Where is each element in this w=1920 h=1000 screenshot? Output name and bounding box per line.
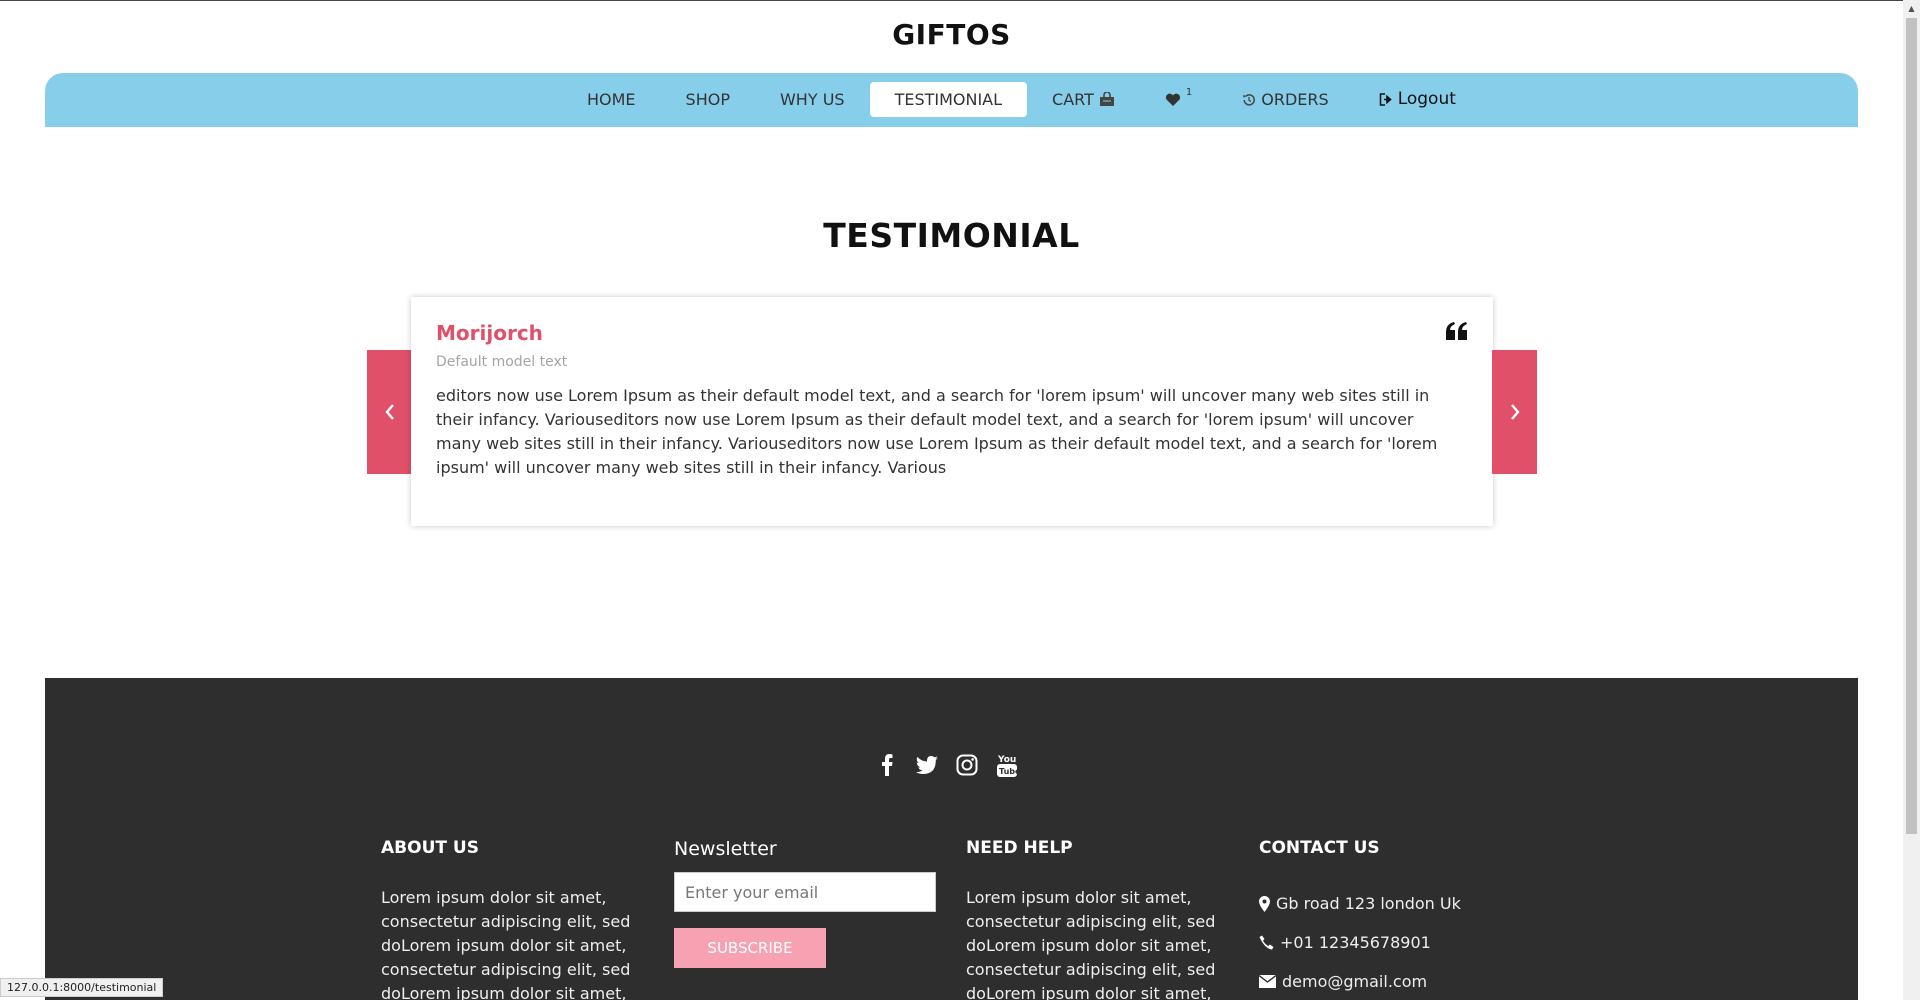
contact-phone-text: +01 12345678901 <box>1280 933 1431 952</box>
newsletter-email-input[interactable] <box>674 872 936 912</box>
client-name: Morijorch <box>436 321 543 345</box>
scrollbar-thumb[interactable] <box>1906 18 1917 834</box>
carousel-next-button[interactable] <box>1492 350 1537 474</box>
envelope-icon <box>1259 975 1276 988</box>
browser-status-url: 127.0.0.1:8000/testimonial <box>0 978 164 997</box>
contact-phone[interactable]: +01 12345678901 <box>1259 923 1519 962</box>
testimonial-text: editors now use Lorem Ipsum as their def… <box>436 386 1438 477</box>
contact-address-text: Gb road 123 london Uk <box>1276 894 1461 913</box>
nav-testimonial[interactable]: TESTIMONIAL <box>869 82 1028 117</box>
chevron-left-icon <box>384 404 394 420</box>
contact-email[interactable]: demo@gmail.com <box>1259 962 1519 1000</box>
nav-cart-label: CART <box>1052 90 1094 109</box>
footer-newsletter: Newsletter SUBSCRIBE <box>674 838 936 968</box>
nav-shop[interactable]: SHOP <box>661 82 755 117</box>
client-role: Default model text <box>436 354 568 370</box>
vertical-scrollbar[interactable]: ▲ <box>1903 0 1920 1000</box>
footer-help: NEED HELP Lorem ipsum dolor sit amet, co… <box>966 838 1226 1000</box>
subscribe-button[interactable]: SUBSCRIBE <box>674 928 826 968</box>
nav-orders[interactable]: ORDERS <box>1217 82 1353 117</box>
history-icon <box>1243 93 1256 106</box>
contact-title: CONTACT US <box>1259 838 1380 858</box>
quote-left-icon <box>1446 322 1467 340</box>
instagram-icon[interactable] <box>954 752 980 778</box>
nav-why-us[interactable]: WHY US <box>755 82 870 117</box>
contact-address[interactable]: Gb road 123 london Uk <box>1259 884 1519 923</box>
youtube-icon[interactable]: You Tube <box>994 752 1020 778</box>
nav-logout-label: Logout <box>1397 89 1456 109</box>
window-top-border <box>0 0 1920 1</box>
carousel-prev-button[interactable] <box>367 350 412 474</box>
twitter-icon[interactable] <box>914 752 940 778</box>
nav-logout[interactable]: Logout <box>1354 82 1481 117</box>
svg-text:You: You <box>997 755 1016 765</box>
shopping-bag-icon <box>1099 92 1114 106</box>
sign-out-icon <box>1379 93 1392 106</box>
footer-about: ABOUT US Lorem ipsum dolor sit amet, con… <box>381 838 641 1000</box>
contact-list: Gb road 123 london Uk +01 12345678901 de… <box>1259 884 1519 1000</box>
heart-icon <box>1165 93 1180 106</box>
social-links: You Tube <box>45 752 1858 778</box>
phone-icon <box>1259 935 1274 950</box>
nav-cart[interactable]: CART <box>1027 82 1140 117</box>
wishlist-count-badge: 1 <box>1185 87 1193 98</box>
map-marker-icon <box>1259 895 1270 912</box>
main-navbar: HOME SHOP WHY US TESTIMONIAL CART 1 ORDE <box>45 73 1858 127</box>
brand-logo[interactable]: GIFTOS <box>0 18 1903 51</box>
footer-contact: CONTACT US Gb road 123 london Uk +01 123… <box>1259 838 1519 1000</box>
nav-list: HOME SHOP WHY US TESTIMONIAL CART 1 ORDE <box>562 82 1481 117</box>
nav-wishlist[interactable]: 1 <box>1140 82 1217 117</box>
nav-home[interactable]: HOME <box>562 82 661 117</box>
testimonial-card: Morijorch Default model text editors now… <box>411 297 1493 526</box>
scroll-up-arrow-icon[interactable]: ▲ <box>1903 0 1920 17</box>
nav-orders-label: ORDERS <box>1261 90 1329 109</box>
about-text: Lorem ipsum dolor sit amet, consectetur … <box>381 888 631 1000</box>
chevron-right-icon <box>1510 404 1520 420</box>
help-text: Lorem ipsum dolor sit amet, consectetur … <box>966 888 1216 1000</box>
about-title: ABOUT US <box>381 838 479 858</box>
help-title: NEED HELP <box>966 838 1073 858</box>
facebook-icon[interactable] <box>874 752 900 778</box>
contact-email-text: demo@gmail.com <box>1282 972 1428 991</box>
newsletter-title: Newsletter <box>674 838 777 860</box>
footer: You Tube ABOUT US Lorem ipsum dolor sit … <box>45 678 1858 1000</box>
section-title: TESTIMONIAL <box>823 216 1080 255</box>
svg-text:Tube: Tube <box>999 767 1017 776</box>
